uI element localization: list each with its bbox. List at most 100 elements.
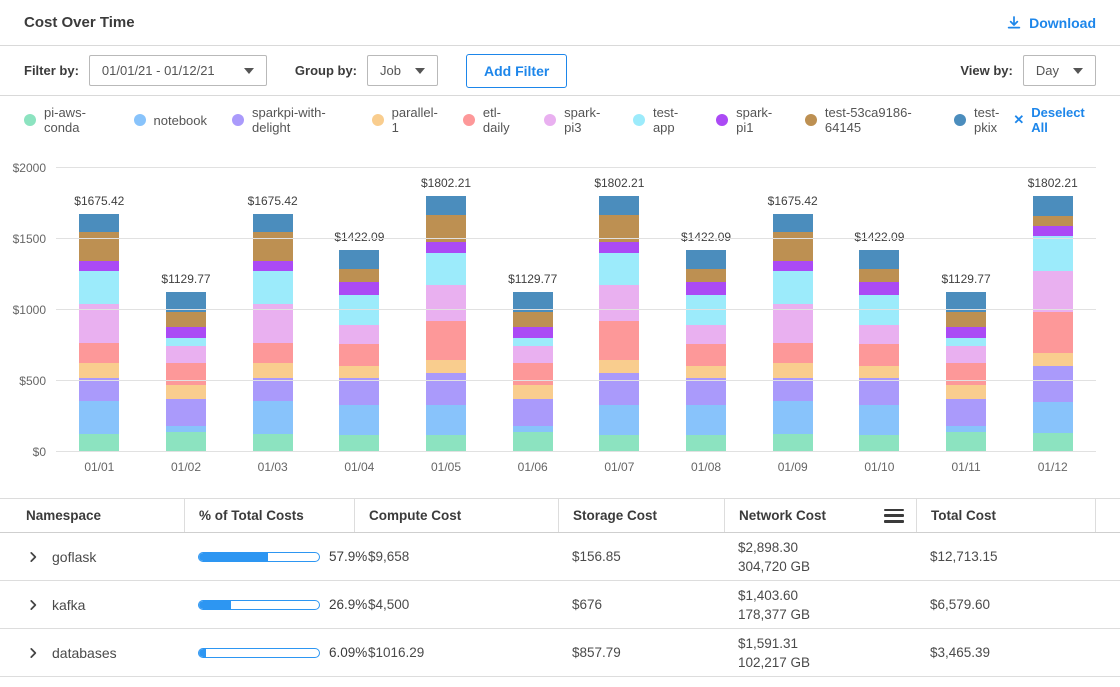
stacked-bar[interactable] [859,250,899,452]
bar-segment-etl-daily[interactable] [339,344,379,366]
stacked-bar[interactable] [339,250,379,452]
bar-segment-notebook[interactable] [426,405,466,435]
bar-segment-sparkpi-with-delight[interactable] [686,378,726,405]
table-row[interactable]: databases6.09%$1016.29$857.79$1,591.3110… [0,629,1120,677]
bar-segment-pi-aws-conda[interactable] [1033,433,1073,452]
menu-icon[interactable] [884,509,904,523]
bar-segment-spark-pi3[interactable] [859,325,899,344]
bar-segment-spark-pi3[interactable] [946,346,986,363]
stacked-bar[interactable] [426,196,466,452]
bar-segment-test-app[interactable] [339,295,379,325]
bar-segment-parallel-1[interactable] [773,363,813,379]
bar-segment-test-pkix[interactable] [253,214,293,231]
expand-row-button[interactable] [26,646,40,660]
stacked-bar[interactable] [1033,196,1073,452]
bar-segment-test-pkix[interactable] [773,214,813,231]
bar-segment-spark-pi3[interactable] [426,285,466,321]
bar-segment-sparkpi-with-delight[interactable] [1033,366,1073,402]
bar-segment-parallel-1[interactable] [686,366,726,378]
bar-segment-test-53ca9186-64145[interactable] [946,312,986,327]
bar-segment-test-53ca9186-64145[interactable] [686,269,726,282]
expand-row-button[interactable] [26,550,40,564]
legend-item[interactable]: pi-aws-conda [24,105,109,135]
bar-segment-spark-pi1[interactable] [773,261,813,271]
legend-item[interactable]: sparkpi-with-delight [232,105,347,135]
bar-segment-sparkpi-with-delight[interactable] [166,399,206,426]
bar-segment-spark-pi1[interactable] [513,327,553,338]
bar-segment-parallel-1[interactable] [599,360,639,372]
bar-segment-sparkpi-with-delight[interactable] [79,378,119,400]
bar-segment-test-pkix[interactable] [426,196,466,215]
bar-segment-test-53ca9186-64145[interactable] [773,232,813,261]
column-header-storage-cost[interactable]: Storage Cost [558,499,724,532]
bar-segment-spark-pi1[interactable] [253,261,293,271]
legend-item[interactable]: etl-daily [463,105,519,135]
bar-segment-pi-aws-conda[interactable] [166,432,206,452]
bar-segment-test-app[interactable] [599,253,639,286]
bar-segment-notebook[interactable] [599,405,639,435]
bar-segment-test-app[interactable] [79,271,119,304]
bar-segment-spark-pi1[interactable] [339,282,379,295]
bar-segment-etl-daily[interactable] [79,343,119,363]
bar-segment-sparkpi-with-delight[interactable] [426,373,466,405]
bar-segment-etl-daily[interactable] [773,343,813,363]
bar-segment-spark-pi1[interactable] [859,282,899,295]
bar-segment-etl-daily[interactable] [253,343,293,363]
bar-segment-pi-aws-conda[interactable] [773,434,813,452]
bar-segment-sparkpi-with-delight[interactable] [599,373,639,405]
bar-segment-test-app[interactable] [946,338,986,347]
bar-segment-parallel-1[interactable] [339,366,379,378]
bar-segment-sparkpi-with-delight[interactable] [773,378,813,400]
stacked-bar[interactable] [513,292,553,452]
bar-segment-parallel-1[interactable] [946,385,986,399]
bar-segment-spark-pi1[interactable] [599,242,639,253]
bar-segment-spark-pi1[interactable] [1033,226,1073,237]
bar-segment-pi-aws-conda[interactable] [686,435,726,452]
bar-segment-pi-aws-conda[interactable] [513,432,553,452]
stacked-bar[interactable] [79,214,119,452]
bar-segment-etl-daily[interactable] [166,363,206,384]
view-by-select[interactable]: Day [1023,55,1096,86]
bar-segment-test-53ca9186-64145[interactable] [79,232,119,261]
bar-segment-spark-pi3[interactable] [686,325,726,344]
legend-item[interactable]: test-pkix [954,105,1013,135]
bar-segment-test-53ca9186-64145[interactable] [339,269,379,282]
bar-segment-test-pkix[interactable] [339,250,379,269]
column-header-namespace[interactable]: Namespace [24,499,184,532]
bar-segment-pi-aws-conda[interactable] [946,432,986,452]
bar-segment-parallel-1[interactable] [253,363,293,379]
bar-segment-test-app[interactable] [859,295,899,325]
bar-segment-notebook[interactable] [1033,402,1073,433]
expand-row-button[interactable] [26,598,40,612]
bar-segment-etl-daily[interactable] [599,321,639,360]
bar-segment-test-pkix[interactable] [79,214,119,231]
bar-segment-etl-daily[interactable] [1033,312,1073,353]
bar-segment-spark-pi3[interactable] [1033,271,1073,312]
bar-segment-notebook[interactable] [859,405,899,435]
bar-segment-notebook[interactable] [339,405,379,435]
bar-segment-spark-pi1[interactable] [79,261,119,271]
stacked-bar[interactable] [946,292,986,452]
bar-segment-test-app[interactable] [773,271,813,304]
bar-segment-parallel-1[interactable] [859,366,899,378]
bar-segment-test-53ca9186-64145[interactable] [1033,216,1073,226]
add-filter-button[interactable]: Add Filter [466,54,567,88]
stacked-bar[interactable] [599,196,639,452]
bar-segment-pi-aws-conda[interactable] [599,435,639,452]
bar-segment-test-app[interactable] [1033,236,1073,270]
bar-segment-test-pkix[interactable] [859,250,899,269]
bar-segment-test-app[interactable] [166,338,206,347]
stacked-bar[interactable] [686,250,726,452]
bar-segment-sparkpi-with-delight[interactable] [253,378,293,400]
table-row[interactable]: goflask57.9%$9,658$156.85$2,898.30304,72… [0,533,1120,581]
legend-item[interactable]: test-app [633,105,691,135]
bar-segment-etl-daily[interactable] [946,363,986,384]
bar-segment-test-app[interactable] [513,338,553,347]
legend-item[interactable]: parallel-1 [372,105,438,135]
bar-segment-test-53ca9186-64145[interactable] [166,312,206,327]
bar-segment-spark-pi3[interactable] [166,346,206,363]
column-header-percent-total[interactable]: % of Total Costs [184,499,354,532]
bar-segment-test-app[interactable] [686,295,726,325]
stacked-bar[interactable] [253,214,293,452]
stacked-bar[interactable] [773,214,813,452]
